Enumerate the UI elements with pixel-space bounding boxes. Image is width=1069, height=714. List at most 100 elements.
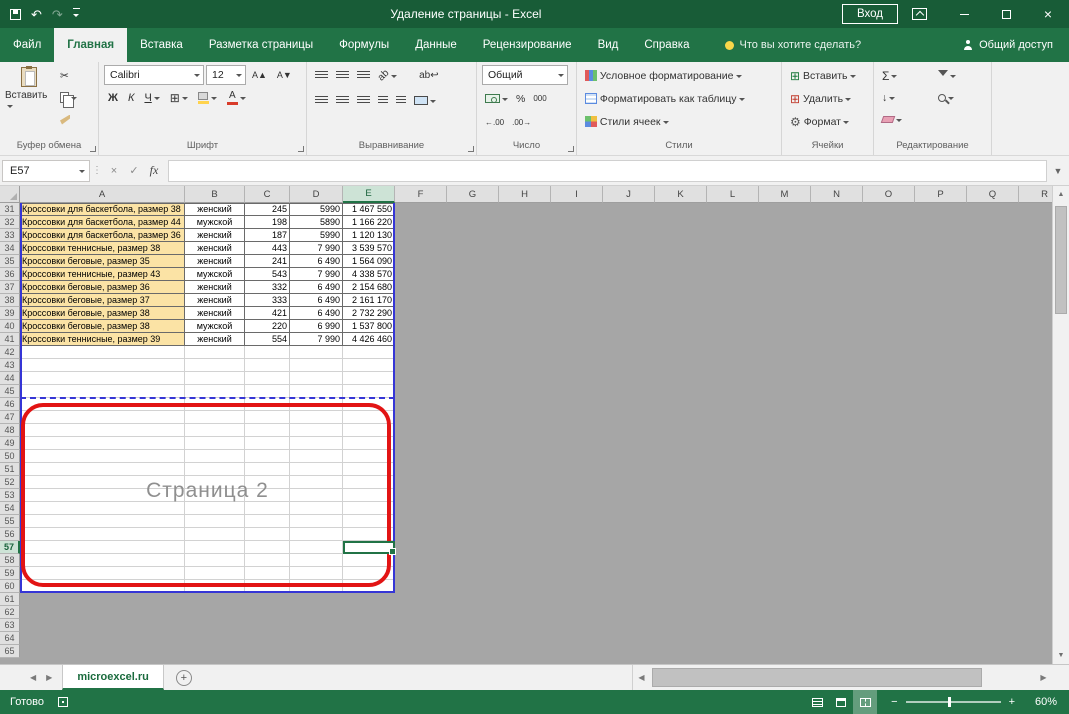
cell-I63[interactable] [551, 619, 603, 632]
row-header-39[interactable]: 39 [0, 307, 20, 320]
cell-D65[interactable] [290, 645, 343, 658]
cell-B47[interactable] [185, 411, 245, 424]
row-header-46[interactable]: 46 [0, 398, 20, 411]
cell-I61[interactable] [551, 593, 603, 606]
cell-J51[interactable] [603, 463, 655, 476]
decrease-decimal-button[interactable]: .00→ [509, 112, 534, 133]
cell-B35[interactable]: женский [185, 255, 245, 268]
cell-L39[interactable] [707, 307, 759, 320]
cell-F37[interactable] [395, 281, 447, 294]
cell-D35[interactable]: 6 490 [290, 255, 343, 268]
shrink-font-button[interactable]: А▼ [273, 65, 296, 85]
cell-C46[interactable] [245, 398, 290, 411]
cell-J60[interactable] [603, 580, 655, 593]
cell-Q40[interactable] [967, 320, 1019, 333]
cell-H34[interactable] [499, 242, 551, 255]
cell-Q52[interactable] [967, 476, 1019, 489]
cell-P35[interactable] [915, 255, 967, 268]
cell-I49[interactable] [551, 437, 603, 450]
column-header-H[interactable]: H [499, 186, 551, 203]
cell-Q35[interactable] [967, 255, 1019, 268]
cell-J48[interactable] [603, 424, 655, 437]
cell-C49[interactable] [245, 437, 290, 450]
cell-K43[interactable] [655, 359, 707, 372]
cell-D31[interactable]: 5990 [290, 203, 343, 216]
cell-I41[interactable] [551, 333, 603, 346]
cell-G56[interactable] [447, 528, 499, 541]
cell-K42[interactable] [655, 346, 707, 359]
cell-C63[interactable] [245, 619, 290, 632]
cell-M37[interactable] [759, 281, 811, 294]
cell-M42[interactable] [759, 346, 811, 359]
cell-D41[interactable]: 7 990 [290, 333, 343, 346]
cell-Q46[interactable] [967, 398, 1019, 411]
cell-J61[interactable] [603, 593, 655, 606]
qat-customize-icon[interactable] [73, 8, 80, 20]
insert-cells-button[interactable]: ⊞ Вставить [787, 65, 868, 86]
cell-I50[interactable] [551, 450, 603, 463]
autosum-button[interactable]: Σ [879, 65, 931, 86]
cell-F50[interactable] [395, 450, 447, 463]
cell-B65[interactable] [185, 645, 245, 658]
cell-C40[interactable]: 220 [245, 320, 290, 333]
cell-O55[interactable] [863, 515, 915, 528]
align-right-button[interactable] [354, 90, 373, 111]
row-header-50[interactable]: 50 [0, 450, 20, 463]
cell-K62[interactable] [655, 606, 707, 619]
cell-L33[interactable] [707, 229, 759, 242]
font-dialog-launcher-icon[interactable] [298, 146, 304, 152]
cell-N31[interactable] [811, 203, 863, 216]
cell-K56[interactable] [655, 528, 707, 541]
column-header-O[interactable]: O [863, 186, 915, 203]
cell-B62[interactable] [185, 606, 245, 619]
cell-E57[interactable] [343, 541, 395, 554]
cell-G43[interactable] [447, 359, 499, 372]
maximize-button[interactable] [985, 0, 1027, 28]
cell-G44[interactable] [447, 372, 499, 385]
cell-Q60[interactable] [967, 580, 1019, 593]
cell-B38[interactable]: женский [185, 294, 245, 307]
cell-A46[interactable] [20, 398, 185, 411]
cell-L49[interactable] [707, 437, 759, 450]
row-header-65[interactable]: 65 [0, 645, 20, 658]
cell-B43[interactable] [185, 359, 245, 372]
cell-A58[interactable] [20, 554, 185, 567]
cell-E42[interactable] [343, 346, 395, 359]
cell-F52[interactable] [395, 476, 447, 489]
cell-H38[interactable] [499, 294, 551, 307]
view-normal-button[interactable] [805, 690, 829, 714]
cell-B56[interactable] [185, 528, 245, 541]
zoom-slider-thumb[interactable] [948, 697, 951, 707]
cell-J56[interactable] [603, 528, 655, 541]
hscroll-left-icon[interactable]: ◀ [633, 673, 650, 682]
cell-P55[interactable] [915, 515, 967, 528]
cell-C64[interactable] [245, 632, 290, 645]
cell-Q64[interactable] [967, 632, 1019, 645]
cell-A43[interactable] [20, 359, 185, 372]
cell-B54[interactable] [185, 502, 245, 515]
cell-H36[interactable] [499, 268, 551, 281]
cell-G50[interactable] [447, 450, 499, 463]
cell-N58[interactable] [811, 554, 863, 567]
cell-I31[interactable] [551, 203, 603, 216]
cell-A33[interactable]: Кроссовки для баскетбола, размер 36 [20, 229, 185, 242]
cell-N46[interactable] [811, 398, 863, 411]
cell-P60[interactable] [915, 580, 967, 593]
cell-F42[interactable] [395, 346, 447, 359]
cell-G57[interactable] [447, 541, 499, 554]
cell-K31[interactable] [655, 203, 707, 216]
cell-G46[interactable] [447, 398, 499, 411]
cell-Q41[interactable] [967, 333, 1019, 346]
cell-K39[interactable] [655, 307, 707, 320]
cell-O31[interactable] [863, 203, 915, 216]
cell-B48[interactable] [185, 424, 245, 437]
cell-H59[interactable] [499, 567, 551, 580]
cell-L64[interactable] [707, 632, 759, 645]
insert-function-button[interactable]: fx [144, 160, 164, 182]
cell-P36[interactable] [915, 268, 967, 281]
cell-M46[interactable] [759, 398, 811, 411]
cell-styles-button[interactable]: Стили ячеек [582, 111, 776, 132]
cell-Q33[interactable] [967, 229, 1019, 242]
cell-M44[interactable] [759, 372, 811, 385]
cell-F53[interactable] [395, 489, 447, 502]
